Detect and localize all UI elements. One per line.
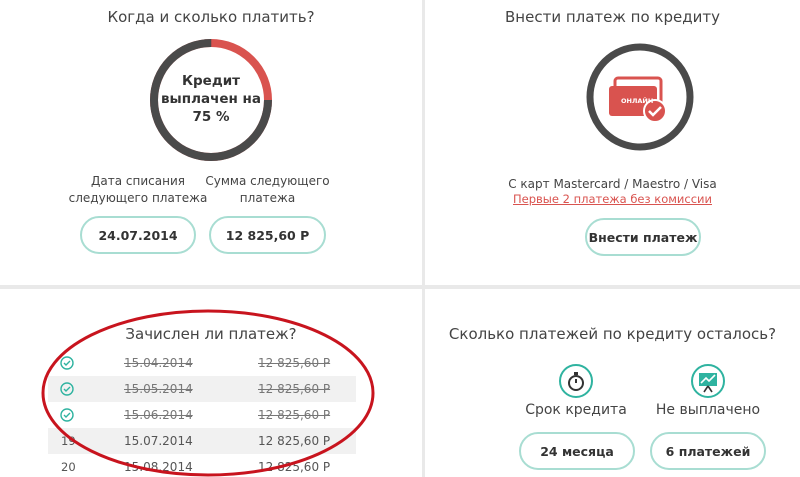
next-payment-sum-label: Сумма следующего платежа <box>200 173 335 207</box>
progress-text-line: Кредит <box>181 73 241 89</box>
row-date: 15.06.2014 <box>124 408 193 422</box>
stopwatch-icon <box>559 364 593 398</box>
payments-remaining-panel: Сколько платежей по кредиту осталось? Ср… <box>425 289 800 477</box>
check-circle-icon <box>60 408 74 422</box>
next-payment-sum-button[interactable]: 12 825,60 Р <box>209 216 326 254</box>
table-row: 15.05.2014 12 825,60 Р <box>48 376 356 402</box>
panel-title: Внести платеж по кредиту <box>505 8 720 26</box>
row-date: 15.05.2014 <box>124 382 193 396</box>
row-date: 15.08.2014 <box>124 460 193 474</box>
panel-title: Сколько платежей по кредиту осталось? <box>448 325 777 343</box>
progress-percent: 75 % <box>192 109 230 125</box>
label-line: Сумма следующего <box>205 174 330 188</box>
check-circle-icon <box>60 382 74 396</box>
row-number: 19 <box>61 434 76 448</box>
label-line: следующего платежа <box>68 191 208 205</box>
no-commission-link[interactable]: Первые 2 платежа без комиссии <box>425 192 800 206</box>
table-row: 19 15.07.2014 12 825,60 Р <box>48 428 356 454</box>
next-payment-date-button[interactable]: 24.07.2014 <box>80 216 196 254</box>
panel-title: Зачислен ли платеж? <box>125 325 297 343</box>
table-row: 15.04.2014 12 825,60 Р <box>48 350 356 376</box>
row-number: 20 <box>61 460 76 474</box>
unpaid-payments-button[interactable]: 6 платежей <box>650 432 766 470</box>
next-payment-date-label: Дата списания следующего платежа <box>68 173 208 207</box>
payment-schedule-panel: Когда и сколько платить? Кредит выплачен… <box>0 0 422 285</box>
loan-term-button[interactable]: 24 месяца <box>519 432 635 470</box>
payment-history-panel: Зачислен ли платеж? 15.04.2014 12 825,60 … <box>0 289 422 477</box>
cards-info: С карт Mastercard / Maestro / Visa <box>508 177 717 191</box>
label-line: Дата списания <box>91 174 185 188</box>
panel-title: Когда и сколько платить? <box>107 8 315 26</box>
make-payment-button[interactable]: Внести платеж <box>585 218 701 256</box>
online-badge-text: ОНЛАЙН <box>621 97 654 105</box>
row-sum: 12 825,60 Р <box>258 356 331 370</box>
table-row: 15.06.2014 12 825,60 Р <box>48 402 356 428</box>
row-date: 15.04.2014 <box>124 356 193 370</box>
row-date: 15.07.2014 <box>124 434 193 448</box>
label-line: платежа <box>239 191 296 205</box>
row-sum: 12 825,60 Р <box>258 434 331 448</box>
loan-term-label: Срок кредита <box>525 402 627 418</box>
check-circle-icon <box>60 356 74 370</box>
table-row: 20 15.08.2014 12 825,60 Р <box>48 454 356 477</box>
row-sum: 12 825,60 Р <box>258 460 331 474</box>
row-sum: 12 825,60 Р <box>258 408 331 422</box>
row-sum: 12 825,60 Р <box>258 382 331 396</box>
make-payment-panel: Внести платеж по кредиту ОНЛАЙН С карт M… <box>425 0 800 285</box>
unpaid-label: Не выплачено <box>655 402 761 418</box>
progress-text-line: выплачен на <box>161 91 261 107</box>
chart-board-icon <box>691 364 725 398</box>
progress-text: Кредит выплачен на 75 % <box>146 72 276 126</box>
